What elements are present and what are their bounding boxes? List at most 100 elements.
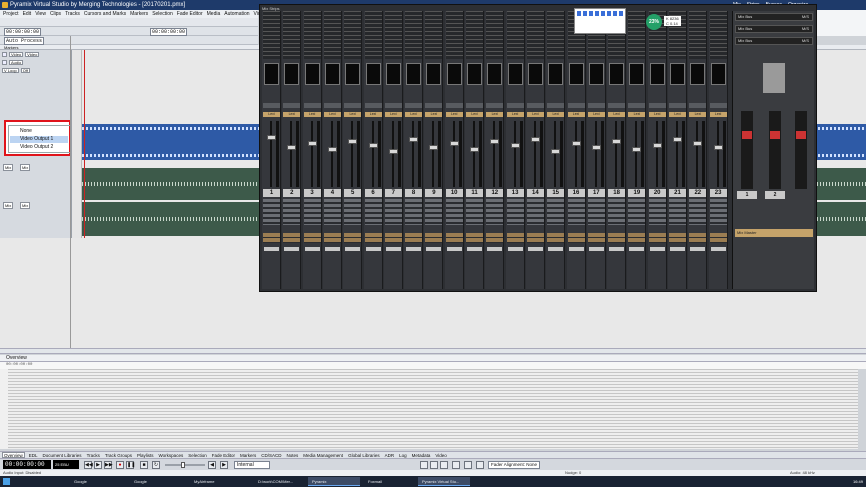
output-select[interactable]	[568, 247, 584, 251]
io-routing[interactable]	[323, 233, 341, 243]
option-video-output-2[interactable]: Video Output 2	[10, 144, 68, 151]
horizontal-scrollbar[interactable]	[0, 348, 866, 354]
rewind-icon[interactable]: ◀◀	[84, 461, 93, 469]
io-routing[interactable]	[486, 233, 504, 243]
menu-automation[interactable]: Automation	[224, 10, 249, 18]
timecode-field-b[interactable]: 00:00:00:00	[150, 28, 188, 36]
mixer-tool-icons[interactable]	[577, 11, 625, 16]
output-select[interactable]	[548, 247, 564, 251]
menu-project[interactable]: Project	[3, 10, 19, 18]
insert-slot[interactable]	[670, 63, 685, 85]
strip-selector[interactable]	[364, 103, 382, 108]
nudge-right-icon[interactable]: ▶	[220, 461, 228, 469]
channel-fader[interactable]	[307, 141, 317, 146]
taskbar-task[interactable]: Pyramix Virtual Stu...	[418, 477, 470, 486]
menu-view[interactable]: View	[35, 10, 46, 18]
strip-buttons[interactable]	[506, 199, 524, 225]
strip-buttons[interactable]	[405, 199, 423, 225]
lane-label[interactable]: Mix	[20, 164, 31, 171]
strip-selector[interactable]	[466, 103, 483, 108]
strip-buttons[interactable]	[283, 199, 301, 225]
dynamics-controls[interactable]	[344, 11, 362, 59]
channel-fader[interactable]	[348, 139, 358, 144]
insert-slot[interactable]	[365, 63, 381, 85]
output-select[interactable]	[426, 247, 442, 251]
tool-icon[interactable]	[430, 461, 438, 469]
io-routing[interactable]	[344, 233, 362, 243]
output-select[interactable]	[406, 247, 422, 251]
insert-slot[interactable]	[588, 63, 604, 85]
strip-selector[interactable]	[709, 103, 727, 108]
channel-fader[interactable]	[632, 147, 642, 152]
tool-icon[interactable]	[452, 461, 460, 469]
io-routing[interactable]	[466, 233, 483, 243]
taskbar-task[interactable]: Google	[70, 477, 122, 486]
output-select[interactable]	[670, 247, 685, 251]
track-enable-icon[interactable]	[2, 52, 7, 57]
strip-selector[interactable]	[283, 103, 301, 108]
strip-buttons[interactable]	[628, 199, 646, 225]
output-select[interactable]	[690, 247, 706, 251]
mix-bus-2[interactable]: Mix Bus M/S	[735, 25, 813, 33]
strip-selector[interactable]	[344, 103, 362, 108]
menu-tracks[interactable]: Tracks	[65, 10, 80, 18]
insert-slot[interactable]	[609, 63, 625, 85]
fader-alignment-select[interactable]: Fader Alignment: None	[488, 461, 540, 469]
dynamics-controls[interactable]	[263, 11, 280, 59]
strip-selector[interactable]	[486, 103, 504, 108]
tool-icon[interactable]	[420, 461, 428, 469]
channel-fader[interactable]	[571, 141, 581, 146]
io-routing[interactable]	[547, 233, 565, 243]
channel-fader[interactable]	[591, 145, 601, 150]
strip-selector[interactable]	[628, 103, 646, 108]
strip-buttons[interactable]	[263, 199, 280, 225]
strip-buttons[interactable]	[445, 199, 463, 225]
channel-fader[interactable]	[510, 143, 520, 148]
strip-selector[interactable]	[445, 103, 463, 108]
output-select[interactable]	[385, 247, 401, 251]
io-routing[interactable]	[709, 233, 727, 243]
channel-fader[interactable]	[490, 139, 500, 144]
output-select[interactable]	[365, 247, 381, 251]
channel-fader[interactable]	[388, 149, 398, 154]
playhead-cursor[interactable]	[84, 50, 85, 238]
option-none[interactable]: None	[10, 128, 68, 135]
insert-slot[interactable]	[507, 63, 523, 85]
channel-fader[interactable]	[693, 141, 703, 146]
insert-slot[interactable]	[527, 63, 543, 85]
channel-fader[interactable]	[429, 145, 439, 150]
strip-selector[interactable]	[303, 103, 321, 108]
strip-buttons[interactable]	[547, 199, 565, 225]
fader-cap[interactable]	[742, 131, 752, 139]
channel-fader[interactable]	[409, 137, 419, 142]
taskbar-task[interactable]: D:\work\COM\Mer...	[254, 477, 306, 486]
loop-label[interactable]: V Loop	[2, 68, 19, 73]
transport-timecode[interactable]: 00:00:00:00	[3, 460, 51, 469]
dynamics-controls[interactable]	[466, 11, 483, 59]
nudge-left-icon[interactable]: ◀	[208, 461, 216, 469]
strip-buttons[interactable]	[689, 199, 707, 225]
strip-selector[interactable]	[425, 103, 443, 108]
tool-icon[interactable]	[476, 461, 484, 469]
output-select[interactable]	[304, 247, 320, 251]
insert-slot[interactable]	[426, 63, 442, 85]
io-routing[interactable]	[689, 233, 707, 243]
strip-selector[interactable]	[689, 103, 707, 108]
output-select[interactable]	[507, 247, 523, 251]
strip-selector[interactable]	[587, 103, 605, 108]
dynamics-controls[interactable]	[709, 11, 727, 59]
strip-selector[interactable]	[323, 103, 341, 108]
master-fader-3[interactable]	[795, 111, 807, 189]
io-routing[interactable]	[384, 233, 402, 243]
dynamics-controls[interactable]	[323, 11, 341, 59]
dynamics-controls[interactable]	[628, 11, 646, 59]
channel-fader[interactable]	[551, 149, 561, 154]
output-select[interactable]	[588, 247, 604, 251]
channel-fader[interactable]	[449, 141, 459, 146]
strip-selector[interactable]	[263, 103, 280, 108]
dynamics-controls[interactable]	[547, 11, 565, 59]
track-enable-icon[interactable]	[2, 60, 7, 65]
tool-icon[interactable]	[464, 461, 472, 469]
channel-fader[interactable]	[652, 143, 662, 148]
play-icon[interactable]: ▶	[94, 461, 102, 469]
